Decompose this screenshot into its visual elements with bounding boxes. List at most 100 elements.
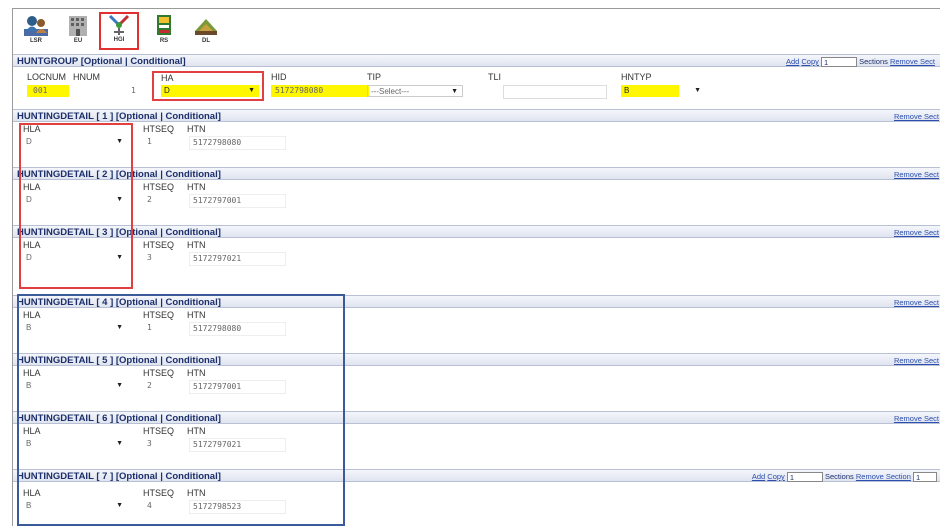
htn-field[interactable]: 5172798080 — [189, 136, 286, 150]
huntingdetail-3-header: HUNTINGDETAIL [ 3 ] [Optional | Conditio… — [13, 225, 940, 238]
htseq-label: HTSEQ — [143, 182, 175, 192]
tip-select[interactable]: ---Select--- ▼ — [367, 85, 463, 97]
hntyp-value: B — [624, 86, 630, 95]
htseq-label: HTSEQ — [143, 426, 175, 436]
hla-label: HLA — [23, 124, 41, 134]
remove-section-link[interactable]: Remove Sect — [894, 298, 939, 307]
hla-select[interactable]: B ▼ — [23, 380, 127, 392]
remove-section-link[interactable]: Remove Sect — [894, 228, 939, 237]
section-count-input[interactable]: 1 — [786, 472, 823, 483]
huntgroup-header: HUNTGROUP [Optional | Conditional] Add C… — [13, 54, 940, 68]
remove-section-link[interactable]: Remove Sect — [894, 356, 939, 365]
lsr-label: LSR — [30, 38, 42, 44]
eu-button[interactable]: EU — [59, 13, 97, 49]
htn-field[interactable]: 5172797021 — [189, 252, 286, 266]
sections-label: Sections — [825, 472, 854, 481]
htseq-field[interactable]: 1 — [147, 322, 152, 334]
tli-field[interactable] — [503, 85, 607, 99]
chevron-down-icon: ▼ — [116, 382, 123, 389]
huntingdetail-7-actions: Add Copy 1 Sections Remove Section 1 — [752, 470, 937, 483]
chevron-down-icon: ▼ — [116, 254, 123, 261]
hla-select[interactable]: D ▼ — [23, 136, 127, 148]
section-title: HUNTINGDETAIL [ 5 ] [Optional | Conditio… — [17, 355, 221, 366]
lsr-icon — [24, 16, 48, 36]
toolbar: LSR EU HGI RS DL — [13, 9, 940, 53]
huntingdetail-2-header: HUNTINGDETAIL [ 2 ] [Optional | Conditio… — [13, 167, 940, 180]
htn-label: HTN — [187, 368, 206, 378]
htseq-field[interactable]: 3 — [147, 438, 152, 450]
chevron-down-icon: ▼ — [116, 196, 123, 203]
dl-button[interactable]: DL — [187, 13, 225, 49]
lsr-button[interactable]: LSR — [17, 13, 55, 49]
section-title: HUNTINGDETAIL [ 1 ] [Optional | Conditio… — [17, 111, 221, 122]
hntyp-dropdown-arrow[interactable]: ▼ — [679, 85, 723, 97]
eu-label: EU — [73, 38, 83, 44]
hla-select[interactable]: B ▼ — [23, 322, 127, 334]
remove-section-link[interactable]: Remove Section — [856, 472, 911, 481]
section-title: HUNTINGDETAIL [ 4 ] [Optional | Conditio… — [17, 297, 221, 308]
htseq-field[interactable]: 3 — [147, 252, 152, 264]
htn-field[interactable]: 5172797001 — [189, 194, 286, 208]
hid-field[interactable]: 5172798080 — [271, 85, 369, 97]
chevron-down-icon: ▼ — [248, 87, 255, 94]
htn-field[interactable]: 5172797021 — [189, 438, 286, 452]
remove-section-link[interactable]: Remove Sect — [894, 170, 939, 179]
copy-link[interactable]: Copy — [767, 472, 785, 481]
add-link[interactable]: Add — [752, 472, 765, 481]
hla-label: HLA — [23, 488, 41, 498]
hgi-label: HGI — [113, 37, 125, 43]
hla-select[interactable]: D ▼ — [23, 252, 127, 264]
tip-label: TIP — [367, 72, 382, 82]
rs-button[interactable]: RS — [145, 13, 183, 49]
htn-field[interactable]: 5172798523 — [189, 500, 286, 514]
htseq-label: HTSEQ — [143, 124, 175, 134]
htseq-field[interactable]: 1 — [147, 136, 152, 148]
huntingdetail-1-header: HUNTINGDETAIL [ 1 ] [Optional | Conditio… — [13, 109, 940, 122]
hla-value: B — [26, 439, 32, 448]
hgi-icon — [108, 14, 130, 35]
huntingdetail-6-header: HUNTINGDETAIL [ 6 ] [Optional | Conditio… — [13, 411, 940, 424]
ha-select[interactable]: D ▼ — [161, 85, 259, 97]
hla-label: HLA — [23, 426, 41, 436]
hntyp-select[interactable]: B — [621, 85, 679, 97]
chevron-down-icon: ▼ — [116, 440, 123, 447]
huntgroup-title: HUNTGROUP [Optional | Conditional] — [17, 56, 186, 67]
hnum-label: HNUM — [73, 72, 100, 82]
add-link[interactable]: Add — [786, 57, 799, 66]
copy-link[interactable]: Copy — [801, 57, 819, 66]
section-title: HUNTINGDETAIL [ 6 ] [Optional | Conditio… — [17, 413, 221, 424]
htseq-label: HTSEQ — [143, 240, 175, 250]
remove-section-link[interactable]: Remove Sect — [894, 414, 939, 423]
remove-section-link[interactable]: Remove Sect — [890, 57, 935, 66]
htn-label: HTN — [187, 124, 206, 134]
section-index-input[interactable]: 1 — [913, 472, 937, 483]
huntingdetail-5-header: HUNTINGDETAIL [ 5 ] [Optional | Conditio… — [13, 353, 940, 366]
htseq-field[interactable]: 2 — [147, 194, 152, 206]
hla-value: D — [26, 137, 32, 146]
hla-label: HLA — [23, 182, 41, 192]
hla-select[interactable]: B ▼ — [23, 438, 127, 450]
rs-icon — [157, 15, 171, 35]
hla-select[interactable]: B ▼ — [23, 500, 127, 512]
hla-select[interactable]: D ▼ — [23, 194, 127, 206]
hnum-field[interactable]: 1 — [131, 85, 136, 97]
hgi-button[interactable]: HGI — [99, 12, 139, 50]
rs-label: RS — [159, 38, 169, 44]
tip-value: ---Select--- — [371, 87, 410, 96]
huntingdetail-4-header: HUNTINGDETAIL [ 4 ] [Optional | Conditio… — [13, 295, 940, 308]
section-count-input[interactable]: 1 — [821, 57, 857, 68]
eu-icon — [69, 16, 87, 36]
locnum-field[interactable]: 001 — [27, 85, 69, 97]
htn-field[interactable]: 5172798080 — [189, 322, 286, 336]
huntingdetail-7-header: HUNTINGDETAIL [ 7 ] [Optional | Conditio… — [13, 469, 940, 483]
hla-value: D — [26, 195, 32, 204]
htseq-field[interactable]: 2 — [147, 380, 152, 392]
htn-label: HTN — [187, 310, 206, 320]
htseq-field[interactable]: 4 — [147, 500, 152, 512]
remove-section-link[interactable]: Remove Sect — [894, 112, 939, 121]
htseq-label: HTSEQ — [143, 310, 175, 320]
dl-icon — [195, 19, 217, 35]
hla-value: B — [26, 501, 32, 510]
htn-field[interactable]: 5172797001 — [189, 380, 286, 394]
ha-label: HA — [161, 73, 174, 83]
